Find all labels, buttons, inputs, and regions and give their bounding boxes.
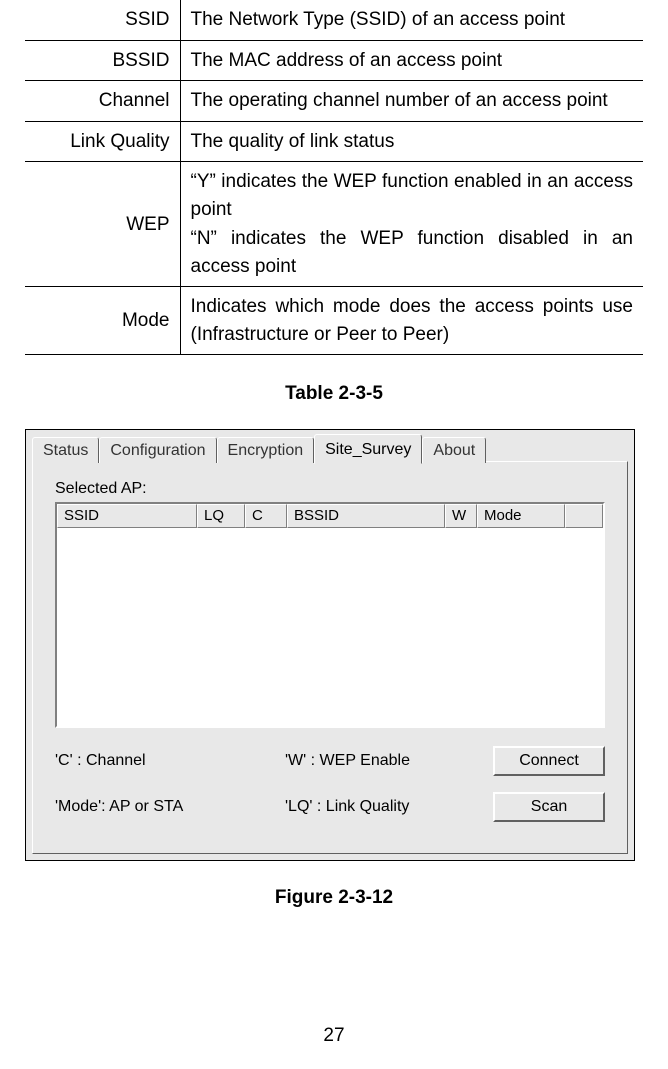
col-header-spacer — [565, 504, 603, 528]
definition-term: WEP — [25, 162, 180, 287]
definition-term: Link Quality — [25, 121, 180, 162]
figure-caption: Figure 2-3-12 — [25, 887, 643, 909]
tabstrip: Status Configuration Encryption Site_Sur… — [26, 430, 634, 462]
definition-term: SSID — [25, 0, 180, 40]
col-header-ssid[interactable]: SSID — [57, 504, 197, 528]
definition-term: Mode — [25, 287, 180, 355]
definition-desc: Indicates which mode does the access poi… — [180, 287, 643, 355]
definition-desc: “Y” indicates the WEP function enabled i… — [180, 162, 643, 287]
selected-ap-label: Selected AP: — [55, 480, 605, 498]
hint-mode: 'Mode': AP or STA — [55, 798, 285, 816]
tab-site-survey[interactable]: Site_Survey — [314, 434, 422, 464]
hint-lq: 'LQ' : Link Quality — [285, 798, 485, 816]
connect-button[interactable]: Connect — [493, 746, 605, 776]
col-header-c[interactable]: C — [245, 504, 287, 528]
site-survey-dialog: Status Configuration Encryption Site_Sur… — [25, 429, 635, 861]
definition-desc: The MAC address of an access point — [180, 40, 643, 81]
wep-desc-y: “Y” indicates the WEP function enabled i… — [191, 168, 634, 223]
definition-term: Channel — [25, 81, 180, 122]
wep-desc-n: “N” indicates the WEP function disabled … — [191, 225, 634, 280]
definition-term: BSSID — [25, 40, 180, 81]
tab-encryption[interactable]: Encryption — [217, 437, 315, 463]
tab-panel: Selected AP: SSID LQ C BSSID W Mode 'C' … — [32, 461, 628, 854]
definitions-table: SSID The Network Type (SSID) of an acces… — [25, 0, 643, 355]
ap-listview[interactable]: SSID LQ C BSSID W Mode — [55, 502, 605, 728]
col-header-bssid[interactable]: BSSID — [287, 504, 445, 528]
col-header-lq[interactable]: LQ — [197, 504, 245, 528]
legend-and-buttons: 'C' : Channel 'W' : WEP Enable Connect '… — [55, 746, 605, 822]
tab-about[interactable]: About — [422, 437, 486, 463]
tab-status[interactable]: Status — [32, 437, 99, 463]
definition-desc: The operating channel number of an acces… — [180, 81, 643, 122]
hint-w: 'W' : WEP Enable — [285, 752, 485, 770]
page-number: 27 — [0, 1025, 668, 1047]
tab-configuration[interactable]: Configuration — [99, 437, 216, 463]
definition-desc: The Network Type (SSID) of an access poi… — [180, 0, 643, 40]
table-caption: Table 2-3-5 — [25, 383, 643, 405]
col-header-w[interactable]: W — [445, 504, 477, 528]
col-header-mode[interactable]: Mode — [477, 504, 565, 528]
hint-c: 'C' : Channel — [55, 752, 285, 770]
definition-desc: The quality of link status — [180, 121, 643, 162]
ap-list-header: SSID LQ C BSSID W Mode — [57, 504, 603, 528]
scan-button[interactable]: Scan — [493, 792, 605, 822]
